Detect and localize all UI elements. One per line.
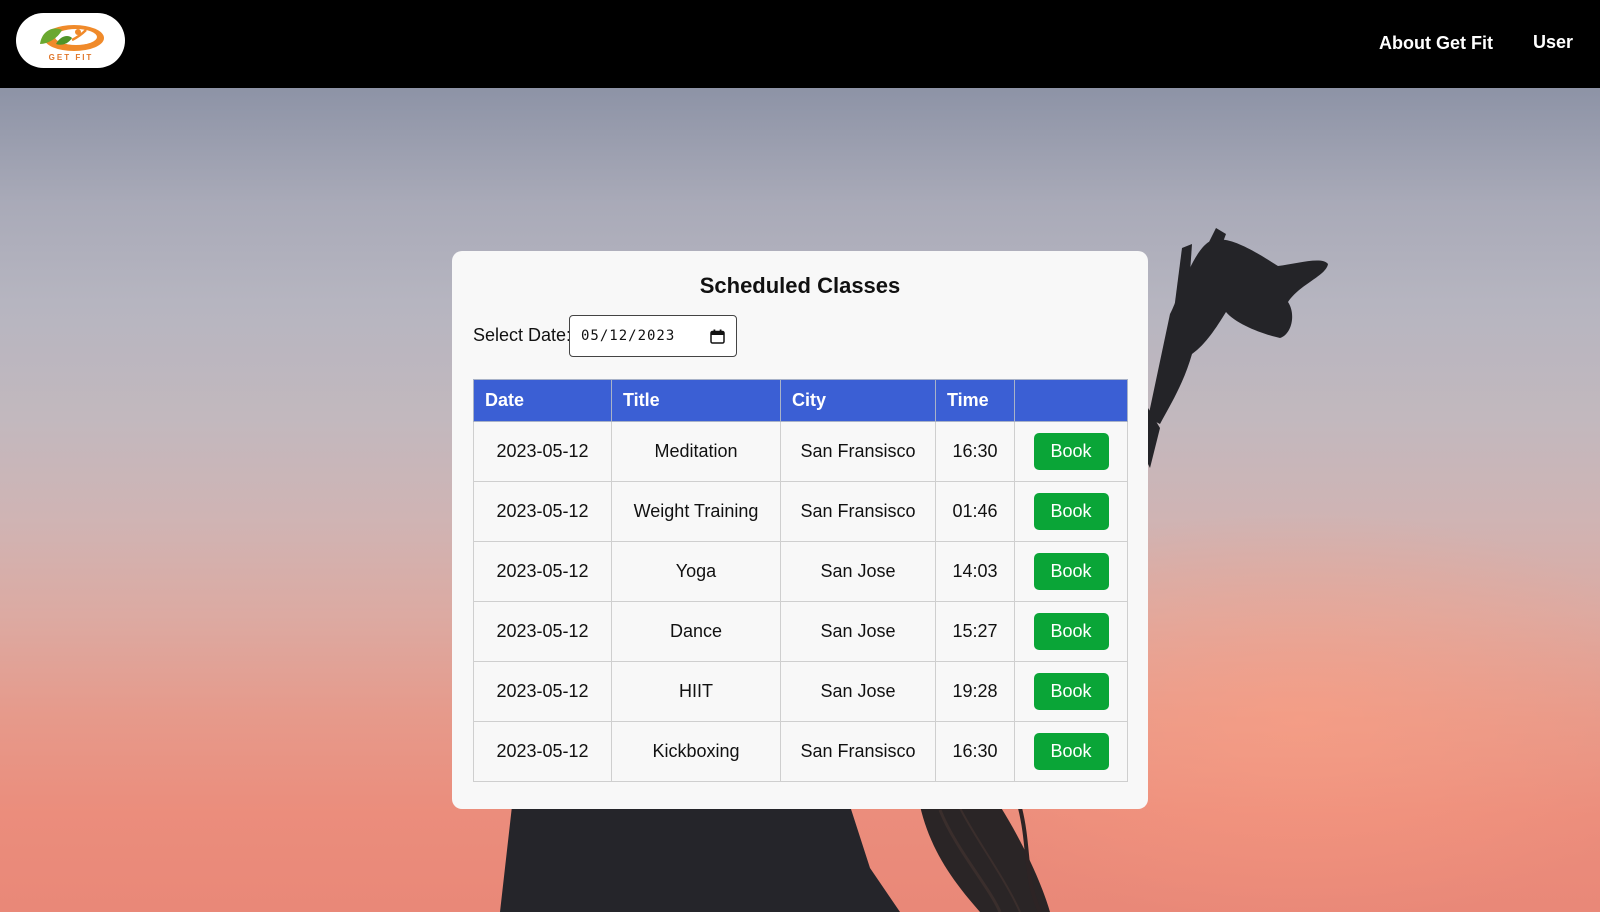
cell-date: 2023-05-12 <box>473 661 612 722</box>
svg-text:GET FIT: GET FIT <box>48 53 93 62</box>
column-header-date: Date <box>473 379 612 422</box>
column-header-city: City <box>780 379 936 422</box>
cell-date: 2023-05-12 <box>473 541 612 602</box>
cell-city: San Jose <box>780 661 936 722</box>
cell-action: Book <box>1014 481 1128 542</box>
cell-city: San Jose <box>780 541 936 602</box>
book-button[interactable]: Book <box>1033 433 1109 470</box>
book-button[interactable]: Book <box>1033 733 1109 770</box>
cell-date: 2023-05-12 <box>473 721 612 782</box>
nav-about-link[interactable]: About Get Fit <box>1379 33 1493 54</box>
calendar-icon[interactable] <box>710 329 725 344</box>
column-header-time: Time <box>935 379 1015 422</box>
cell-date: 2023-05-12 <box>473 601 612 662</box>
table-row: 2023-05-12 Weight Training San Fransisco… <box>473 481 1128 542</box>
cell-time: 14:03 <box>935 541 1015 602</box>
cell-title: Yoga <box>611 541 781 602</box>
cell-action: Book <box>1014 721 1128 782</box>
table-row: 2023-05-12 HIIT San Jose 19:28 Book <box>473 661 1128 722</box>
nav-user-link[interactable]: User <box>1533 32 1573 53</box>
table-row: 2023-05-12 Yoga San Jose 14:03 Book <box>473 541 1128 602</box>
cell-title: Weight Training <box>611 481 781 542</box>
scheduled-classes-card: Scheduled Classes Select Date: 05/12/202… <box>452 251 1148 809</box>
cell-title: HIIT <box>611 661 781 722</box>
cell-city: San Fransisco <box>780 421 936 482</box>
classes-table: Date Title City Time 2023-05-12 Meditati… <box>473 379 1128 782</box>
cell-city: San Fransisco <box>780 481 936 542</box>
cell-time: 15:27 <box>935 601 1015 662</box>
cell-title: Dance <box>611 601 781 662</box>
column-header-title: Title <box>611 379 781 422</box>
cell-time: 01:46 <box>935 481 1015 542</box>
book-button[interactable]: Book <box>1033 553 1109 590</box>
cell-time: 16:30 <box>935 721 1015 782</box>
cell-time: 19:28 <box>935 661 1015 722</box>
cell-city: San Jose <box>780 601 936 662</box>
date-input[interactable]: 05/12/2023 <box>569 315 737 357</box>
table-row: 2023-05-12 Dance San Jose 15:27 Book <box>473 601 1128 662</box>
page-title: Scheduled Classes <box>699 273 901 298</box>
cell-city: San Fransisco <box>780 721 936 782</box>
cell-title: Meditation <box>611 421 781 482</box>
book-button[interactable]: Book <box>1033 493 1109 530</box>
cell-action: Book <box>1014 541 1128 602</box>
cell-action: Book <box>1014 601 1128 662</box>
cell-date: 2023-05-12 <box>473 481 612 542</box>
get-fit-logo[interactable]: GET FIT <box>16 13 125 68</box>
table-header-row: Date Title City Time <box>473 379 1128 422</box>
logo-icon: GET FIT <box>39 24 104 62</box>
table-row: 2023-05-12 Kickboxing San Fransisco 16:3… <box>473 721 1128 782</box>
book-button[interactable]: Book <box>1033 673 1109 710</box>
cell-date: 2023-05-12 <box>473 421 612 482</box>
table-row: 2023-05-12 Meditation San Fransisco 16:3… <box>473 421 1128 482</box>
select-date-label: Select Date: <box>473 325 572 345</box>
cell-time: 16:30 <box>935 421 1015 482</box>
book-button[interactable]: Book <box>1033 613 1109 650</box>
column-header-action <box>1014 379 1128 422</box>
date-input-value: 05/12/2023 <box>581 328 676 344</box>
cell-title: Kickboxing <box>611 721 781 782</box>
cell-action: Book <box>1014 421 1128 482</box>
cell-action: Book <box>1014 661 1128 722</box>
top-navbar: GET FIT About Get Fit User <box>0 0 1600 88</box>
